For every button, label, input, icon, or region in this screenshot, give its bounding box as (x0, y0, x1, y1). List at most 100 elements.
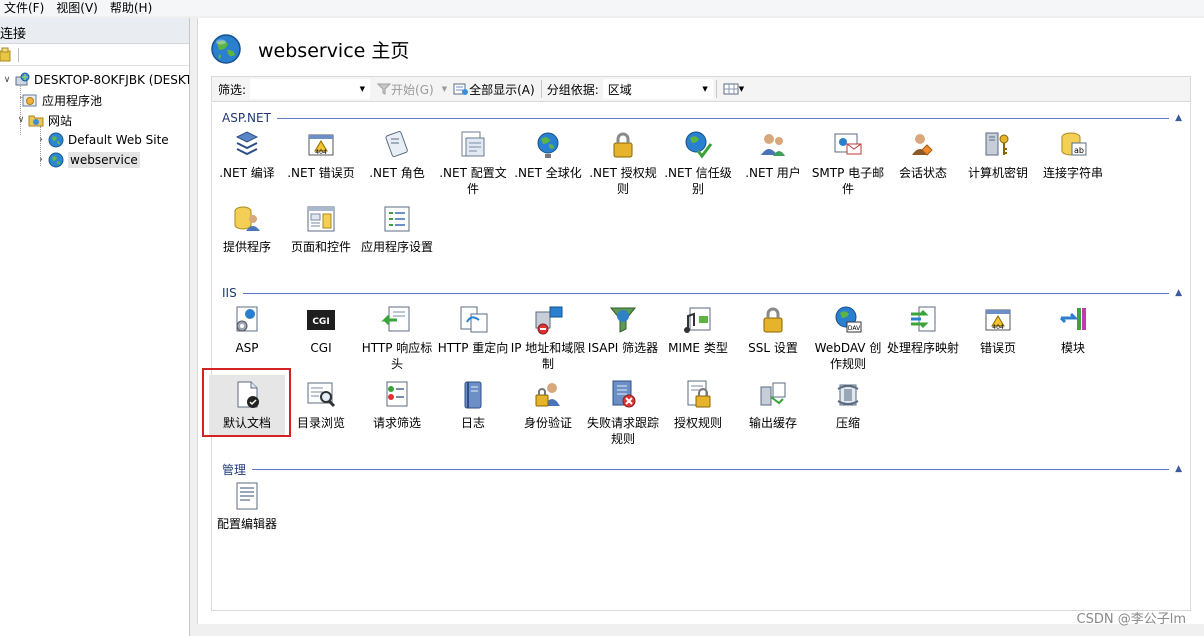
compile-icon (235, 131, 259, 156)
tree-label: 网站 (48, 113, 73, 128)
app-settings-icon (384, 206, 410, 232)
feature-iis-20[interactable]: 压缩 (810, 379, 886, 431)
connect-icon[interactable] (0, 47, 14, 63)
feature-iis-17[interactable]: 失败请求跟踪规则 (585, 379, 661, 447)
show-all-button[interactable]: 全部显示(A) (450, 81, 538, 98)
feature-iis-16[interactable]: 身份验证 (510, 379, 586, 431)
log-icon (464, 381, 482, 409)
feature-label: CGI (310, 341, 332, 355)
collapse-icon[interactable]: ∨ (0, 75, 14, 85)
feature-iis-9[interactable]: 处理程序映射 (885, 304, 961, 356)
view-mode-button[interactable]: ▼ (720, 82, 747, 96)
feature-iis-0[interactable]: ASP (209, 304, 285, 356)
feature-label: .NET 全球化 (514, 166, 582, 180)
feature-aspnet-11[interactable]: ab 连接字符串 (1035, 129, 1111, 181)
feature-aspnet-10[interactable]: 计算机密钥 (960, 129, 1036, 181)
menu-help[interactable]: 帮助(H) (104, 0, 158, 16)
feature-iis-4[interactable]: IP 地址和域限制 (510, 304, 586, 372)
tree-item-webservice[interactable]: › webservice (34, 150, 140, 170)
feature-aspnet-6[interactable]: .NET 信任级别 (660, 129, 736, 197)
feature-iis-6[interactable]: MIME 类型 (660, 304, 736, 356)
group-header-iis[interactable]: IIS ▲ (222, 286, 1182, 300)
tree-item-sites[interactable]: ∨ 网站 (14, 110, 72, 130)
chevron-down-icon: ▼ (441, 85, 448, 93)
tree-label: 应用程序池 (42, 93, 103, 108)
collapse-icon[interactable]: ▲ (1175, 113, 1182, 123)
page-controls-icon (307, 206, 335, 232)
authentication-icon (535, 383, 560, 407)
ip-restrictions-icon (535, 306, 563, 335)
feature-label: .NET 用户 (745, 166, 801, 180)
filter-input[interactable]: ▼ (250, 79, 371, 99)
tree-item-default-web-site[interactable]: › Default Web Site (34, 130, 169, 150)
feature-label: MIME 类型 (668, 341, 728, 355)
feature-iis-18[interactable]: 授权规则 (660, 379, 736, 431)
feature-iis-11[interactable]: 模块 (1035, 304, 1111, 356)
feature-aspnet-5[interactable]: .NET 授权规则 (585, 129, 661, 197)
group-by-select[interactable]: 区域 ▼ (602, 79, 713, 99)
expand-icon[interactable]: › (34, 135, 48, 145)
provider-icon (234, 206, 260, 231)
feature-aspnet-1[interactable]: 404 .NET 错误页 (283, 129, 359, 181)
chevron-down-icon: ▼ (702, 85, 708, 93)
svg-text:ab: ab (1074, 146, 1084, 155)
feature-label: 提供程序 (222, 240, 271, 254)
menu-file[interactable]: 文件(F) (0, 0, 50, 16)
feature-label: HTTP 响应标头 (361, 341, 433, 371)
feature-label: 错误页 (979, 341, 1016, 355)
feature-iis-8[interactable]: DAV WebDAV 创作规则 (810, 304, 886, 372)
chevron-down-icon: ▼ (738, 85, 745, 93)
failed-request-icon (612, 380, 636, 408)
feature-label: .NET 信任级别 (664, 166, 732, 196)
feature-management-0[interactable]: 配置编辑器 (209, 480, 285, 532)
tree-label: DESKTOP-8OKFJBK (DESKTO (34, 73, 190, 87)
group-header-management[interactable]: 管理 ▲ (222, 462, 1182, 477)
svg-text:CGI: CGI (312, 317, 329, 327)
feature-aspnet-0[interactable]: .NET 编译 (209, 129, 285, 181)
feature-iis-10[interactable]: 404 错误页 (960, 304, 1036, 356)
feature-label: HTTP 重定向 (437, 341, 509, 355)
menu-view[interactable]: 视图(V) (50, 0, 104, 16)
feature-aspnet-13[interactable]: 页面和控件 (283, 203, 359, 255)
expand-icon[interactable]: › (34, 155, 48, 165)
feature-aspnet-2[interactable]: .NET 角色 (359, 129, 435, 181)
feature-iis-1[interactable]: CGI CGI (283, 304, 359, 356)
status-bar (197, 624, 1204, 636)
feature-aspnet-9[interactable]: 会话状态 (885, 129, 961, 181)
lock-icon (613, 132, 633, 158)
mime-icon (684, 307, 711, 333)
redirect-icon (460, 306, 488, 333)
go-button[interactable]: 开始(G) ▼ (374, 81, 450, 98)
feature-aspnet-12[interactable]: 提供程序 (209, 203, 285, 255)
feature-iis-19[interactable]: 输出缓存 (735, 379, 811, 431)
features-pane: webservice 主页 筛选: ▼ 开始(G) ▼ 全部显示(A) 分组依据… (197, 18, 1204, 636)
feature-label: 计算机密钥 (967, 166, 1028, 180)
feature-iis-3[interactable]: HTTP 重定向 (435, 304, 511, 356)
feature-iis-15[interactable]: 日志 (435, 379, 511, 431)
globe-icon (211, 34, 241, 64)
feature-iis-7[interactable]: SSL 设置 (735, 304, 811, 356)
feature-aspnet-3[interactable]: .NET 配置文件 (435, 129, 511, 197)
feature-aspnet-8[interactable]: SMTP 电子邮件 (810, 129, 886, 197)
feature-iis-14[interactable]: 请求筛选 (359, 379, 435, 431)
feature-aspnet-14[interactable]: 应用程序设置 (359, 203, 435, 255)
feature-aspnet-4[interactable]: .NET 全球化 (510, 129, 586, 181)
tree-label: webservice (68, 152, 140, 168)
collapse-icon[interactable]: ∨ (14, 115, 28, 125)
collapse-icon[interactable]: ▲ (1175, 464, 1182, 474)
feature-label: .NET 授权规则 (589, 166, 657, 196)
database-icon: ab (1061, 132, 1087, 156)
feature-label: 身份验证 (523, 416, 572, 430)
feature-iis-5[interactable]: ISAPI 筛选器 (585, 304, 661, 356)
tree-item-server[interactable]: ∨ DESKTOP-8OKFJBK (DESKTO (0, 70, 190, 90)
feature-aspnet-7[interactable]: .NET 用户 (735, 129, 811, 181)
collapse-icon[interactable]: ▲ (1175, 288, 1182, 298)
features-view: ASP.NET ▲ IIS ▲ 管理 ▲ .NET 编译 404 .NET 错误页.… (202, 103, 1191, 611)
group-header-aspnet[interactable]: ASP.NET ▲ (222, 111, 1182, 125)
profile-icon (461, 131, 485, 157)
feature-iis-2[interactable]: HTTP 响应标头 (359, 304, 435, 372)
error-page-icon: 404 (985, 309, 1011, 331)
tree-item-app-pools[interactable]: 应用程序池 (22, 90, 102, 110)
feature-iis-13[interactable]: 目录浏览 (283, 379, 359, 431)
svg-text:404: 404 (992, 324, 1004, 331)
